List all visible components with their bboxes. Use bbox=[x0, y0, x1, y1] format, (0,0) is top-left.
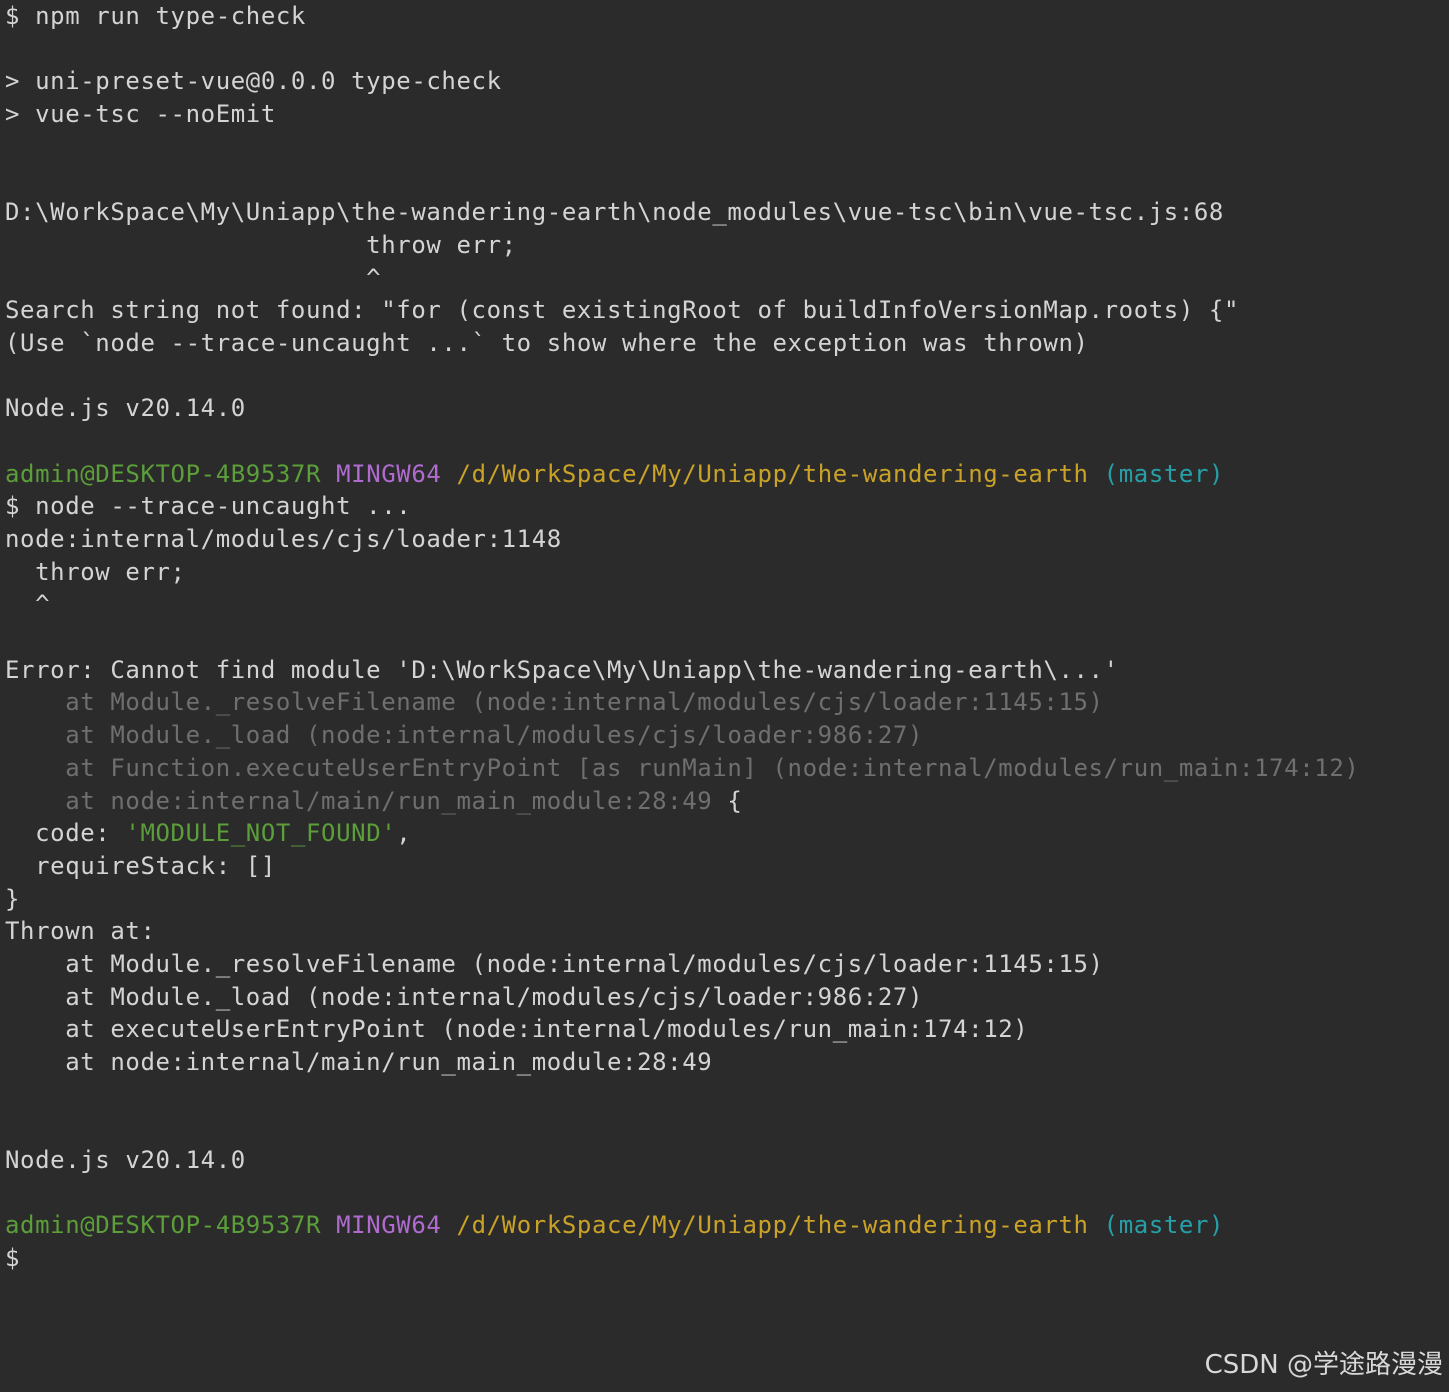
output-line: node:internal/modules/cjs/loader:1148 bbox=[5, 525, 562, 553]
output-line: throw err; bbox=[5, 557, 186, 586]
output-line: D:\WorkSpace\My\Uniapp\the-wandering-ear… bbox=[5, 198, 1224, 227]
output-line: ^ bbox=[5, 590, 51, 619]
prompt-path: /d/WorkSpace/My/Uniapp/the-wandering-ear… bbox=[456, 459, 1089, 488]
output-line: Search string not found: "for (const exi… bbox=[5, 296, 1240, 325]
stack-frame-dim: at Module._resolveFilename (node:interna… bbox=[5, 688, 1104, 717]
shell-prompt: admin@DESKTOP-4B9537R MINGW64 /d/WorkSpa… bbox=[5, 1209, 1449, 1242]
prompt-branch: (master) bbox=[1103, 1211, 1225, 1240]
output-line: $ npm run type-check bbox=[5, 2, 306, 30]
output-line: throw err; bbox=[5, 230, 517, 259]
brace-open: { bbox=[712, 786, 743, 815]
stack-frame: at Module._load (node:internal/modules/c… bbox=[5, 982, 924, 1011]
stack-frame-dim: at Module._load (node:internal/modules/c… bbox=[5, 721, 924, 750]
stack-frame-dim-last: at node:internal/main/run_main_module:28… bbox=[5, 785, 1449, 818]
shell-prompt: admin@DESKTOP-4B9537R MINGW64 /d/WorkSpa… bbox=[5, 458, 1449, 491]
stack-frame-dim-text: at node:internal/main/run_main_module:28… bbox=[5, 786, 713, 815]
output-line: } bbox=[5, 884, 21, 913]
prompt-user: admin@DESKTOP-4B9537R bbox=[5, 1211, 322, 1240]
stack-frame-dim: at Function.executeUserEntryPoint [as ru… bbox=[5, 753, 1360, 782]
prompt-shell: MINGW64 bbox=[336, 459, 442, 488]
code-key: code: bbox=[5, 819, 126, 848]
stack-frame: at node:internal/main/run_main_module:28… bbox=[5, 1048, 713, 1076]
output-line: ^ bbox=[5, 263, 382, 292]
input-prompt[interactable]: $ bbox=[5, 1242, 1449, 1275]
prompt-path: /d/WorkSpace/My/Uniapp/the-wandering-ear… bbox=[456, 1211, 1089, 1240]
prompt-shell: MINGW64 bbox=[336, 1211, 442, 1240]
stack-frame: at Module._resolveFilename (node:interna… bbox=[5, 949, 1104, 978]
error-code-line: code: 'MODULE_NOT_FOUND', bbox=[5, 817, 1449, 850]
output-line: Node.js v20.14.0 bbox=[5, 1146, 246, 1175]
prompt-user: admin@DESKTOP-4B9537R bbox=[5, 459, 322, 488]
prompt-branch: (master) bbox=[1103, 459, 1225, 488]
code-value: 'MODULE_NOT_FOUND' bbox=[125, 819, 397, 848]
command-line: $ node --trace-uncaught ... bbox=[5, 492, 412, 521]
output-line: Node.js v20.14.0 bbox=[5, 394, 246, 423]
output-line: Thrown at: bbox=[5, 917, 156, 946]
code-comma: , bbox=[396, 819, 412, 848]
output-line: > uni-preset-vue@0.0.0 type-check bbox=[5, 67, 502, 96]
stack-frame: at executeUserEntryPoint (node:internal/… bbox=[5, 1015, 1029, 1044]
output-line: requireStack: [] bbox=[5, 851, 276, 880]
error-line: Error: Cannot find module 'D:\WorkSpace\… bbox=[5, 655, 1119, 684]
output-line: (Use `node --trace-uncaught ...` to show… bbox=[5, 328, 1089, 357]
output-line: > vue-tsc --noEmit bbox=[5, 100, 276, 129]
csdn-watermark: CSDN @学途路漫漫 bbox=[1204, 1350, 1443, 1381]
terminal-window[interactable]: $ npm run type-check > uni-preset-vue@0.… bbox=[0, 0, 1449, 1392]
